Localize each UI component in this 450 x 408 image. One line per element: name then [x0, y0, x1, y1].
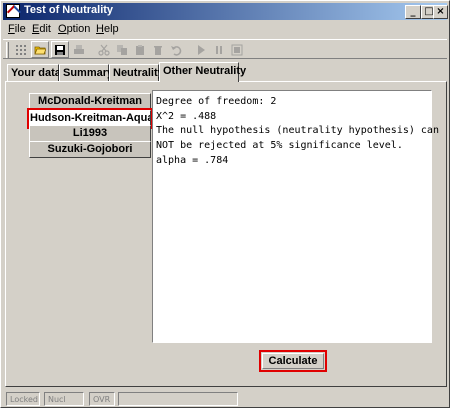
stop-icon[interactable]	[228, 41, 246, 58]
undo-icon[interactable]	[167, 41, 185, 58]
title-bar[interactable]: Test of Neutrality _ □	[3, 3, 447, 20]
method-li1993[interactable]: Li1993	[29, 125, 151, 142]
tab-other-neutrality[interactable]: Other Neutrality	[159, 62, 246, 82]
menu-file[interactable]: File	[8, 23, 26, 35]
calculate-button[interactable]: Calculate	[259, 350, 327, 372]
tab-neutrality[interactable]: Neutrality	[109, 64, 164, 81]
window-title: Test of Neutrality	[24, 4, 114, 16]
print-icon[interactable]	[70, 41, 88, 58]
grid-icon[interactable]	[12, 41, 30, 58]
method-suzuki-gojobori[interactable]: Suzuki-Gojobori	[29, 141, 151, 158]
close-button[interactable]: ×	[433, 5, 448, 19]
paste-icon[interactable]	[131, 41, 149, 58]
toolbar-grip[interactable]	[6, 42, 9, 58]
status-nucl: Nucl	[44, 392, 84, 406]
result-text-area[interactable]: Degree of freedom: 2 X^2 = .488 The null…	[152, 90, 439, 343]
menu-help[interactable]: Help	[96, 23, 119, 35]
play-icon[interactable]	[192, 41, 210, 58]
result-line: Degree of freedom: 2	[156, 96, 277, 107]
tab-summary[interactable]: Summary	[59, 64, 113, 81]
status-locked: Locked	[6, 392, 40, 406]
menu-option[interactable]: Option	[58, 23, 90, 35]
copy-icon[interactable]	[113, 41, 131, 58]
result-line: NOT be rejected at 5% significance level…	[156, 140, 403, 152]
minimize-button[interactable]: _	[405, 5, 421, 19]
result-line: X^2 = .488	[156, 110, 217, 122]
app-window: Test of Neutrality _ □ × File Edit Optio…	[0, 0, 450, 408]
pause-icon[interactable]	[210, 41, 228, 58]
cut-icon[interactable]	[95, 41, 113, 58]
delete-icon[interactable]	[149, 41, 167, 58]
app-icon[interactable]	[6, 4, 20, 18]
menu-bar: File Edit Option Help	[3, 21, 447, 39]
method-mcdonald-kreitman[interactable]: McDonald-Kreitman	[29, 93, 151, 110]
menu-edit[interactable]: Edit	[32, 23, 51, 35]
status-ovr: OVR	[89, 392, 115, 406]
save-icon[interactable]	[51, 41, 69, 58]
status-message	[118, 392, 238, 406]
result-line: alpha = .784	[156, 154, 229, 166]
toolbar	[3, 39, 447, 59]
result-line: The null hypothesis (neutrality hypothes…	[156, 125, 439, 137]
tab-your-data[interactable]: Your data	[7, 64, 61, 81]
calculate-label: Calculate	[268, 355, 318, 367]
open-folder-icon[interactable]	[31, 41, 49, 58]
